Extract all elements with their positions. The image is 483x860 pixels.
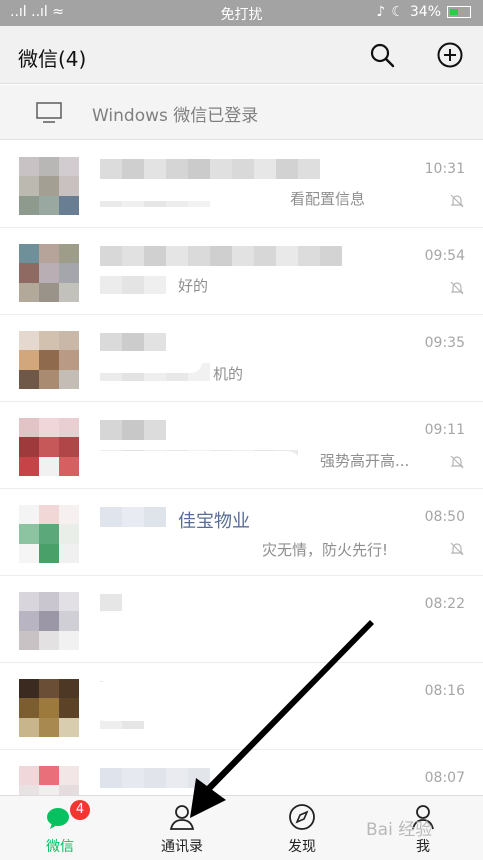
mute-bell-icon — [450, 281, 464, 295]
moon-icon: ☾ — [391, 4, 404, 20]
chat-name-blurred — [100, 159, 320, 179]
tab-chats[interactable]: 4 微信 — [20, 800, 100, 856]
avatar — [19, 766, 79, 795]
watermark: Bai 经验 — [366, 820, 433, 840]
chat-name-blurred — [100, 768, 210, 788]
page-title: 微信(4) — [18, 47, 87, 71]
chat-time: 08:22 — [424, 596, 465, 612]
chat-row[interactable]: 机的 09:35 — [0, 315, 483, 402]
monitor-icon — [36, 102, 62, 123]
mute-bell-icon — [450, 194, 464, 208]
chat-preview: 强势高开高... — [320, 452, 410, 470]
chat-preview: 灾无情，防火先行! — [262, 541, 389, 559]
avatar — [19, 679, 79, 737]
avatar — [19, 157, 79, 215]
chat-row[interactable]: 好的 09:54 — [0, 228, 483, 315]
search-icon[interactable] — [368, 41, 396, 69]
mute-bell-icon — [450, 455, 464, 469]
chat-preview: 看配置信息 — [290, 190, 366, 208]
chat-name-blurred — [100, 420, 166, 440]
chat-time: 10:31 — [424, 161, 465, 177]
chat-time: 08:50 — [424, 509, 465, 525]
avatar — [19, 331, 79, 389]
chat-time: 09:11 — [424, 422, 465, 438]
privacy-smear — [82, 351, 202, 373]
chat-time: 08:16 — [424, 683, 465, 699]
battery-icon — [447, 6, 471, 18]
tab-contacts[interactable]: 通讯录 — [142, 802, 222, 856]
privacy-smear — [82, 179, 282, 201]
login-notice-text: Windows 微信已登录 — [92, 106, 259, 126]
tab-label: 微信 — [46, 839, 74, 855]
chat-preview: 机的 — [213, 365, 244, 383]
status-right: ♪ ☾ 34% — [376, 4, 471, 20]
chat-row[interactable]: 08:07 — [0, 750, 483, 795]
chat-name-blurred — [100, 333, 166, 353]
tab-label: 发现 — [288, 839, 316, 855]
unread-badge: 4 — [70, 800, 90, 820]
contacts-icon — [169, 805, 195, 830]
avatar — [19, 418, 79, 476]
top-bar: 微信(4) — [0, 26, 483, 84]
tab-label: 通讯录 — [161, 839, 203, 855]
tab-discover[interactable]: 发现 — [262, 802, 342, 856]
avatar — [19, 505, 79, 563]
chat-preview-blurred — [100, 276, 166, 294]
battery-level: 34% — [409, 4, 441, 20]
chat-list: 看配置信息 10:31 好的 09:54 机的 09:35 强势高开高... 0… — [0, 141, 483, 795]
compass-icon — [289, 804, 315, 830]
avatar — [19, 244, 79, 302]
mute-bell-icon — [450, 542, 464, 556]
chat-time: 09:35 — [424, 335, 465, 351]
windows-login-notice[interactable]: Windows 微信已登录 — [0, 85, 483, 140]
privacy-smear — [86, 611, 296, 649]
chat-name-blurred — [100, 246, 342, 266]
chat-name-blurred — [100, 507, 166, 527]
chat-preview: 好的 — [178, 277, 209, 295]
chat-time: 08:07 — [424, 770, 465, 786]
status-bar: ..ıl ..ıl ≈ 免打扰 ♪ ☾ 34% — [0, 0, 483, 26]
chat-row[interactable]: 佳宝物业 灾无情，防火先行! 08:50 — [0, 489, 483, 576]
chat-time: 09:54 — [424, 248, 465, 264]
plus-circle-icon[interactable] — [436, 41, 464, 69]
bell-off-icon: ♪ — [376, 4, 386, 20]
avatar — [19, 592, 79, 650]
privacy-smear — [82, 451, 302, 481]
privacy-smear — [86, 681, 286, 721]
chat-name: 佳宝物业 — [178, 511, 250, 532]
